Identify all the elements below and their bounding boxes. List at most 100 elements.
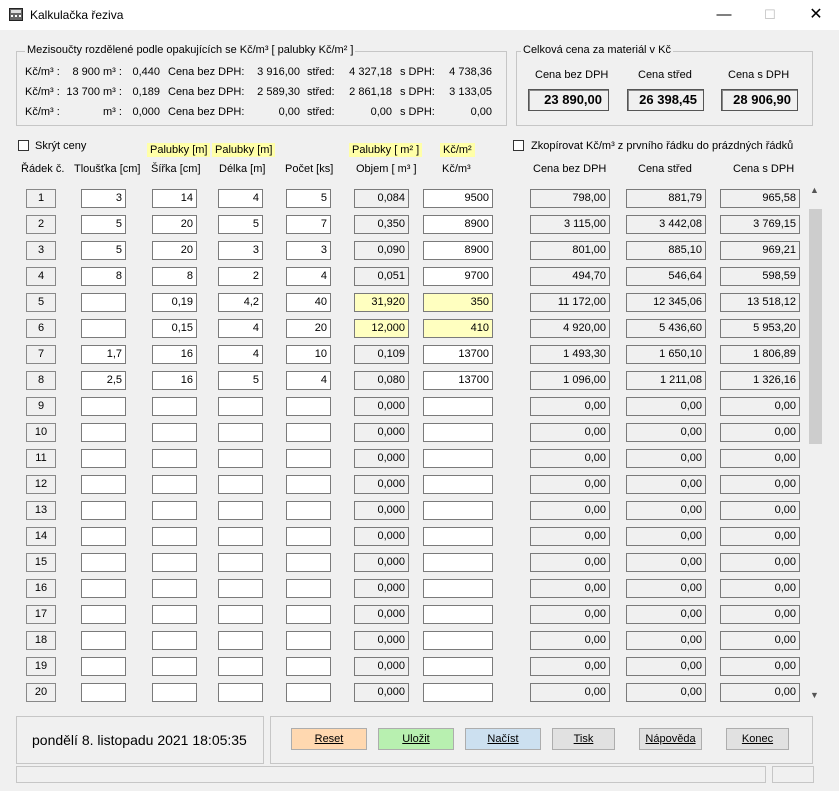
width-input[interactable]: 16	[152, 345, 197, 364]
count-input[interactable]	[286, 631, 331, 650]
count-input[interactable]: 40	[286, 293, 331, 312]
thickness-input[interactable]	[81, 293, 126, 312]
price-input[interactable]	[423, 397, 493, 416]
width-input[interactable]: 0,15	[152, 319, 197, 338]
length-input[interactable]: 4,2	[218, 293, 263, 312]
width-input[interactable]	[152, 553, 197, 572]
thickness-input[interactable]: 3	[81, 189, 126, 208]
price-input[interactable]: 350	[423, 293, 493, 312]
thickness-input[interactable]	[81, 501, 126, 520]
count-input[interactable]	[286, 527, 331, 546]
length-input[interactable]	[218, 397, 263, 416]
count-input[interactable]	[286, 605, 331, 624]
load-button[interactable]: Načíst	[465, 728, 541, 750]
thickness-input[interactable]: 5	[81, 241, 126, 260]
thickness-input[interactable]	[81, 657, 126, 676]
thickness-input[interactable]	[81, 683, 126, 702]
thickness-input[interactable]	[81, 579, 126, 598]
thickness-input[interactable]	[81, 605, 126, 624]
width-input[interactable]	[152, 579, 197, 598]
width-input[interactable]	[152, 605, 197, 624]
width-input[interactable]	[152, 475, 197, 494]
length-input[interactable]	[218, 527, 263, 546]
length-input[interactable]: 4	[218, 345, 263, 364]
thickness-input[interactable]: 1,7	[81, 345, 126, 364]
price-input[interactable]	[423, 553, 493, 572]
hide-prices-checkbox[interactable]	[18, 140, 29, 151]
width-input[interactable]	[152, 527, 197, 546]
thickness-input[interactable]	[81, 553, 126, 572]
count-input[interactable]: 4	[286, 371, 331, 390]
thickness-input[interactable]: 2,5	[81, 371, 126, 390]
width-input[interactable]	[152, 631, 197, 650]
thickness-input[interactable]	[81, 527, 126, 546]
count-input[interactable]: 5	[286, 189, 331, 208]
thickness-input[interactable]	[81, 319, 126, 338]
width-input[interactable]: 20	[152, 215, 197, 234]
width-input[interactable]: 14	[152, 189, 197, 208]
thickness-input[interactable]	[81, 631, 126, 650]
save-button[interactable]: Uložit	[378, 728, 454, 750]
width-input[interactable]	[152, 397, 197, 416]
length-input[interactable]	[218, 631, 263, 650]
width-input[interactable]: 16	[152, 371, 197, 390]
length-input[interactable]	[218, 475, 263, 494]
length-input[interactable]: 5	[218, 371, 263, 390]
width-input[interactable]	[152, 657, 197, 676]
length-input[interactable]: 4	[218, 319, 263, 338]
count-input[interactable]	[286, 397, 331, 416]
price-input[interactable]: 8900	[423, 241, 493, 260]
width-input[interactable]: 20	[152, 241, 197, 260]
thickness-input[interactable]	[81, 449, 126, 468]
length-input[interactable]: 4	[218, 189, 263, 208]
price-input[interactable]	[423, 527, 493, 546]
length-input[interactable]: 3	[218, 241, 263, 260]
width-input[interactable]	[152, 683, 197, 702]
length-input[interactable]	[218, 501, 263, 520]
print-button[interactable]: Tisk	[552, 728, 615, 750]
count-input[interactable]: 4	[286, 267, 331, 286]
minimize-button[interactable]: —	[701, 0, 747, 30]
count-input[interactable]: 3	[286, 241, 331, 260]
scroll-up-icon[interactable]: ▲	[810, 185, 819, 195]
length-input[interactable]: 2	[218, 267, 263, 286]
length-input[interactable]	[218, 449, 263, 468]
price-input[interactable]	[423, 579, 493, 598]
length-input[interactable]: 5	[218, 215, 263, 234]
close-button[interactable]: ✕	[793, 0, 839, 30]
count-input[interactable]	[286, 501, 331, 520]
price-input[interactable]	[423, 683, 493, 702]
count-input[interactable]	[286, 423, 331, 442]
price-input[interactable]	[423, 449, 493, 468]
count-input[interactable]	[286, 475, 331, 494]
width-input[interactable]	[152, 449, 197, 468]
thickness-input[interactable]	[81, 475, 126, 494]
length-input[interactable]	[218, 657, 263, 676]
price-input[interactable]: 8900	[423, 215, 493, 234]
thickness-input[interactable]	[81, 397, 126, 416]
price-input[interactable]	[423, 423, 493, 442]
count-input[interactable]: 10	[286, 345, 331, 364]
scrollbar-thumb[interactable]	[809, 209, 822, 444]
price-input[interactable]	[423, 605, 493, 624]
price-input[interactable]	[423, 631, 493, 650]
price-input[interactable]: 13700	[423, 345, 493, 364]
count-input[interactable]: 20	[286, 319, 331, 338]
scroll-down-icon[interactable]: ▼	[810, 690, 819, 700]
width-input[interactable]	[152, 423, 197, 442]
price-input[interactable]: 9700	[423, 267, 493, 286]
length-input[interactable]	[218, 579, 263, 598]
length-input[interactable]	[218, 683, 263, 702]
price-input[interactable]	[423, 501, 493, 520]
reset-button[interactable]: Reset	[291, 728, 367, 750]
maximize-button[interactable]: ☐	[747, 0, 793, 30]
thickness-input[interactable]	[81, 423, 126, 442]
end-button[interactable]: Konec	[726, 728, 789, 750]
thickness-input[interactable]: 5	[81, 215, 126, 234]
length-input[interactable]	[218, 553, 263, 572]
width-input[interactable]: 0,19	[152, 293, 197, 312]
count-input[interactable]	[286, 683, 331, 702]
price-input[interactable]	[423, 475, 493, 494]
price-input[interactable]: 410	[423, 319, 493, 338]
price-input[interactable]	[423, 657, 493, 676]
